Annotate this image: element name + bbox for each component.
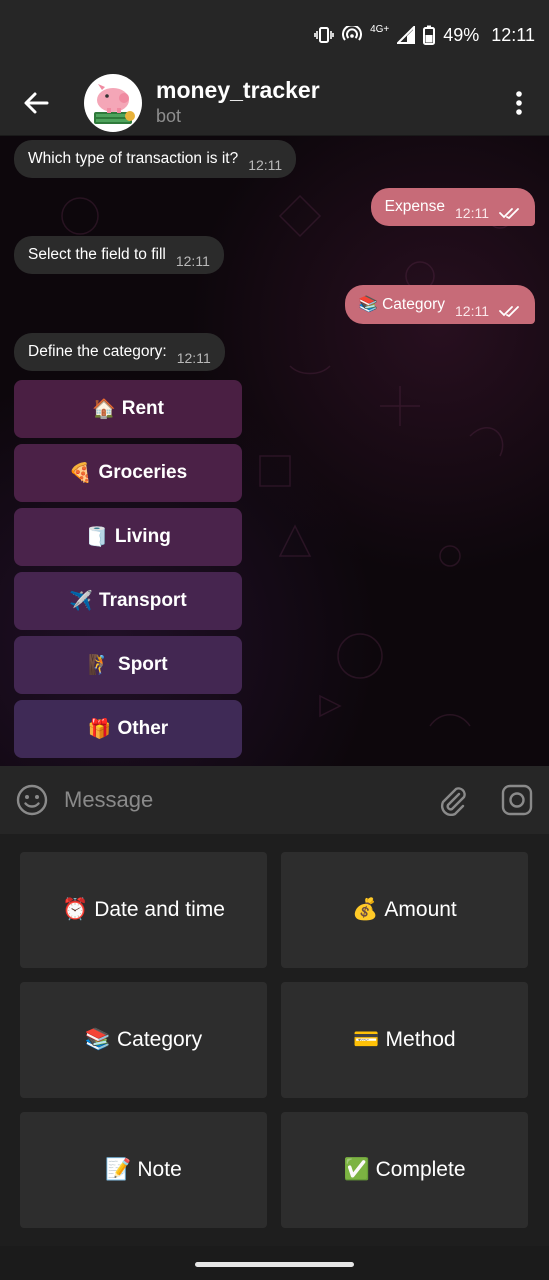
message-composer: Message bbox=[0, 766, 549, 834]
more-vertical-icon bbox=[516, 90, 522, 115]
pizza-icon: 🍕 bbox=[68, 463, 93, 484]
climber-icon: 🧗 bbox=[88, 655, 113, 676]
chat-header: money_tracker bot bbox=[0, 70, 549, 136]
message-text: Which type of transaction is it? bbox=[28, 150, 239, 167]
clock: 12:11 bbox=[491, 24, 535, 45]
battery-level: 49% bbox=[443, 24, 480, 45]
camera-icon bbox=[501, 784, 533, 816]
message-outgoing: Expense 12:11 bbox=[370, 188, 535, 226]
avatar[interactable] bbox=[84, 73, 142, 132]
category-button[interactable]: 📚 Category bbox=[20, 982, 267, 1098]
button-label: Complete bbox=[375, 1158, 466, 1181]
message-incoming: Define the category: 12:11 bbox=[14, 333, 225, 371]
battery-icon bbox=[423, 25, 436, 45]
message-text: Expense bbox=[384, 198, 445, 215]
books-emoji-icon: 📚 bbox=[358, 296, 379, 313]
chat-area[interactable]: Which type of transaction is it? 12:11 E… bbox=[0, 136, 549, 766]
message-outgoing: 📚 Category 12:11 bbox=[344, 285, 535, 324]
message-time: 12:11 bbox=[176, 350, 211, 366]
double-check-icon bbox=[499, 305, 519, 317]
check-mark-icon: ✅ bbox=[343, 1158, 370, 1181]
hotspot-icon bbox=[342, 26, 363, 44]
signal-icon bbox=[397, 26, 416, 44]
status-bar: 4G+ 49% 12:11 bbox=[0, 0, 549, 70]
emoji-button[interactable] bbox=[16, 784, 48, 816]
message-time: 12:11 bbox=[175, 253, 210, 269]
category-sport-button[interactable]: 🧗 Sport bbox=[14, 636, 242, 694]
message-text: Category bbox=[382, 295, 445, 313]
button-label: Rent bbox=[121, 398, 164, 419]
more-options-button[interactable] bbox=[489, 90, 549, 116]
money-bag-icon: 💰 bbox=[352, 898, 379, 921]
button-label: Other bbox=[117, 718, 169, 739]
arrow-left-icon bbox=[24, 92, 49, 113]
category-transport-button[interactable]: ✈️ Transport bbox=[14, 572, 242, 630]
message-time: 12:11 bbox=[455, 205, 489, 221]
memo-icon: 📝 bbox=[105, 1158, 132, 1181]
paperclip-icon bbox=[440, 787, 466, 816]
category-other-button[interactable]: 🎁 Other bbox=[14, 700, 242, 758]
button-label: Category bbox=[116, 1028, 203, 1051]
button-label: Sport bbox=[118, 654, 168, 675]
button-label: Note bbox=[137, 1158, 182, 1181]
category-living-button[interactable]: 🧻 Living bbox=[14, 508, 242, 566]
piggy-bank-icon bbox=[94, 83, 135, 124]
toilet-paper-icon: 🧻 bbox=[85, 527, 109, 548]
chat-title: money_tracker bbox=[156, 77, 320, 104]
category-groceries-button[interactable]: 🍕 Groceries bbox=[14, 444, 242, 502]
books-icon: 📚 bbox=[84, 1028, 111, 1051]
navigation-bar bbox=[0, 1246, 549, 1280]
message-text: Define the category: bbox=[28, 343, 167, 360]
attach-button[interactable] bbox=[437, 784, 467, 816]
button-label: Groceries bbox=[98, 462, 188, 483]
back-button[interactable] bbox=[0, 91, 72, 115]
message-time: 12:11 bbox=[248, 157, 283, 173]
gift-icon: 🎁 bbox=[87, 719, 112, 740]
camera-button[interactable] bbox=[501, 784, 533, 816]
message-text: Select the field to fill bbox=[28, 246, 166, 263]
button-label: Living bbox=[114, 526, 171, 547]
message-incoming: Which type of transaction is it? 12:11 bbox=[14, 140, 297, 178]
message-incoming: Select the field to fill 12:11 bbox=[14, 236, 224, 274]
complete-button[interactable]: ✅ Complete bbox=[281, 1112, 528, 1228]
button-label: Method bbox=[385, 1028, 456, 1051]
method-button[interactable]: 💳 Method bbox=[281, 982, 528, 1098]
alarm-clock-icon: ⏰ bbox=[62, 898, 89, 921]
credit-card-icon: 💳 bbox=[353, 1028, 380, 1051]
airplane-icon: ✈️ bbox=[69, 591, 94, 612]
chat-subtitle: bot bbox=[156, 105, 182, 126]
category-rent-button[interactable]: 🏠 Rent bbox=[14, 380, 242, 438]
message-input[interactable]: Message bbox=[64, 787, 437, 813]
vibrate-icon bbox=[314, 26, 334, 44]
button-label: Date and time bbox=[94, 898, 225, 921]
home-gesture-handle[interactable] bbox=[195, 1262, 354, 1267]
network-type: 4G+ bbox=[370, 23, 390, 35]
note-button[interactable]: 📝 Note bbox=[20, 1112, 267, 1228]
house-icon: 🏠 bbox=[92, 399, 116, 420]
reply-keyboard: ⏰ Date and time 💰 Amount 📚 Category 💳 Me… bbox=[0, 834, 549, 1246]
double-check-icon bbox=[499, 208, 519, 219]
button-label: Amount bbox=[384, 898, 457, 921]
date-and-time-button[interactable]: ⏰ Date and time bbox=[20, 852, 267, 968]
button-label: Transport bbox=[99, 590, 187, 611]
smiley-icon bbox=[16, 784, 48, 816]
message-time: 12:11 bbox=[455, 302, 489, 319]
amount-button[interactable]: 💰 Amount bbox=[281, 852, 528, 968]
